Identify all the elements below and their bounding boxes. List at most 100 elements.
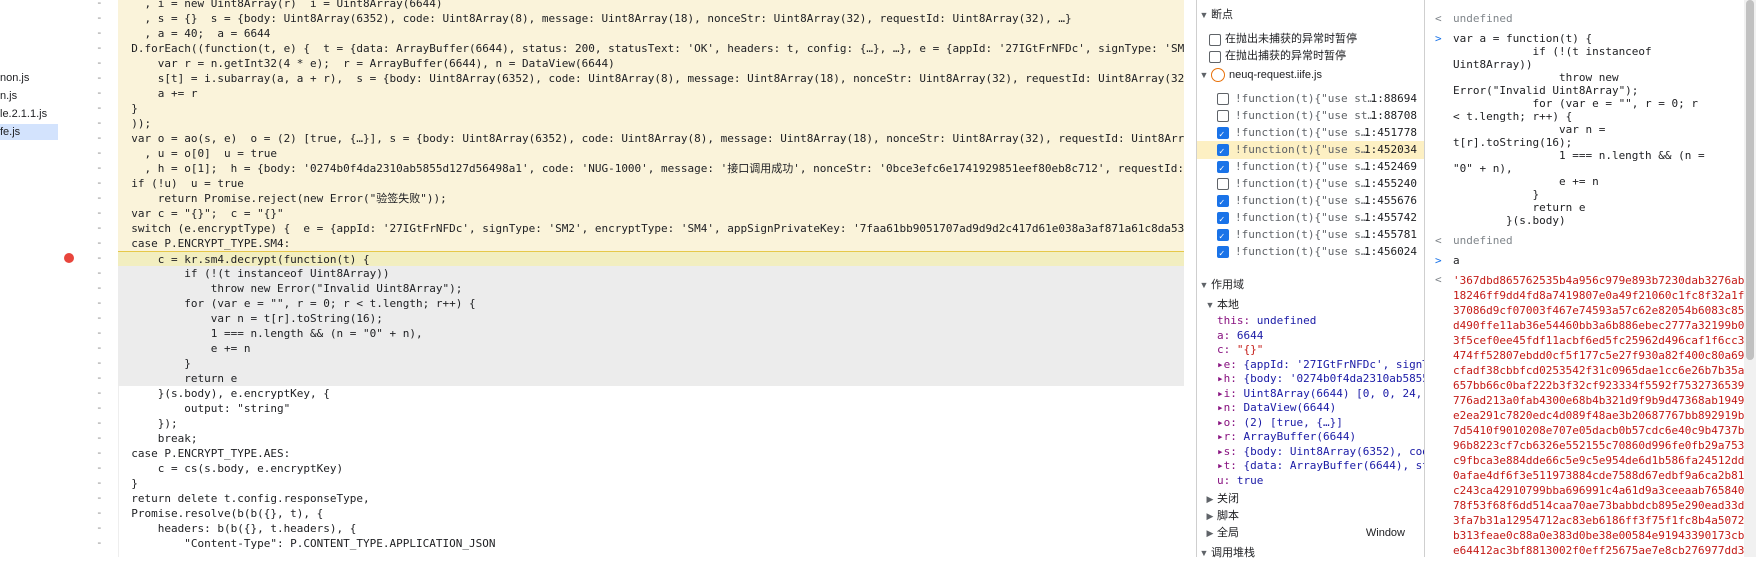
gutter-mark[interactable]: - [96, 41, 103, 54]
gutter-mark[interactable]: - [96, 0, 103, 9]
breakpoint-location: 1:452469 [1364, 160, 1417, 173]
scope-variable[interactable]: ▸h: {body: '0274b0f4da2310ab5855d1 [1217, 372, 1442, 385]
scope-header[interactable]: ▼ 作用域 [1197, 276, 1425, 294]
gutter-mark[interactable]: - [96, 176, 103, 189]
breakpoint-checkbox[interactable] [1217, 194, 1229, 212]
scope-variable[interactable]: ▸i: Uint8Array(6644) [0, 0, 24, 20 [1217, 387, 1442, 400]
gutter-mark[interactable]: - [96, 476, 103, 489]
console-code-line: var n = [1453, 123, 1606, 136]
scope-variable[interactable]: c: "{}" [1217, 343, 1263, 356]
closure-scope[interactable]: ▶ 关闭 [1203, 490, 1431, 508]
breakpoint-checkbox[interactable] [1217, 93, 1229, 105]
gutter-mark[interactable]: - [96, 401, 103, 414]
gutter-mark[interactable]: - [96, 221, 103, 234]
scope-variable[interactable]: ▸r: ArrayBuffer(6644) [1217, 430, 1356, 443]
gutter-mark[interactable]: - [96, 386, 103, 399]
gutter-mark[interactable]: - [96, 116, 103, 129]
breakpoint-item[interactable]: !function(t){"use s…1:452469 [1197, 158, 1425, 178]
gutter-mark[interactable]: - [96, 131, 103, 144]
gutter-mark[interactable]: - [96, 191, 103, 204]
variable-value: 6644 [1236, 328, 1264, 342]
pause-uncaught-checkbox[interactable] [1209, 34, 1221, 46]
gutter-mark[interactable]: - [96, 26, 103, 39]
breakpoint-item[interactable]: !function(t){"use st… 1:88694 [1197, 90, 1425, 108]
gutter-mark[interactable]: - [96, 11, 103, 24]
gutter-mark[interactable]: - [96, 416, 103, 429]
gutter-mark[interactable]: - [96, 296, 103, 309]
gutter-mark[interactable]: - [96, 521, 103, 534]
call-stack-header[interactable]: ▼ 调用堆栈 [1197, 544, 1425, 562]
gutter-mark[interactable]: - [96, 71, 103, 84]
local-scope-header[interactable]: ▼ 本地 [1203, 296, 1431, 314]
gutter-mark[interactable]: - [96, 536, 103, 549]
file-item-selected[interactable]: fe.js [0, 124, 58, 140]
gutter-mark[interactable]: - [96, 461, 103, 474]
gutter-mark[interactable]: - [96, 281, 103, 294]
gutter-mark[interactable]: - [96, 101, 103, 114]
breakpoint-item[interactable]: !function(t){"use s…1:455781 [1197, 226, 1425, 246]
console-code-line: 1 === n.length && (n = [1453, 149, 1705, 162]
code-line: var r = n.getInt32(4 * e); r = ArrayBuff… [118, 56, 1184, 71]
breakpoint-checkbox[interactable] [1217, 178, 1229, 190]
breakpoint-item[interactable]: !function(t){"use s…1:452034 [1197, 141, 1425, 161]
scope-variable[interactable]: ▸s: {body: Uint8Array(6352), code: [1217, 445, 1442, 458]
gutter-mark[interactable]: - [96, 311, 103, 324]
file-item[interactable]: non.js [0, 72, 29, 84]
gutter-mark[interactable]: - [96, 431, 103, 444]
breakpoint-checkbox[interactable] [1217, 245, 1229, 263]
breakpoint-item[interactable]: !function(t){"use s…1:455742 [1197, 209, 1425, 229]
code-line: , i = new Uint8Array(r) i = Uint8Array(6… [118, 0, 1184, 11]
breakpoint-item[interactable]: !function(t){"use s… 1:455240 [1197, 175, 1425, 193]
file-item[interactable]: n.js [0, 90, 17, 102]
breakpoint-item[interactable]: !function(t){"use s…1:455676 [1197, 192, 1425, 212]
breakpoint-checkbox[interactable] [1217, 160, 1229, 178]
breakpoint-checkbox[interactable] [1217, 110, 1229, 122]
gutter-mark[interactable]: - [96, 326, 103, 339]
breakpoint-checkbox[interactable] [1217, 143, 1229, 161]
breakpoint-item[interactable]: !function(t){"use st… 1:88708 [1197, 107, 1425, 125]
code-editor[interactable]: , i = new Uint8Array(r) i = Uint8Array(6… [118, 0, 1184, 557]
gutter-mark[interactable]: - [96, 236, 103, 249]
code-line: break; [118, 432, 198, 445]
gutter-mark[interactable]: - [96, 146, 103, 159]
gutter-mark[interactable]: - [96, 56, 103, 69]
code-line: throw new Error("Invalid Uint8Array"); [118, 281, 1184, 296]
gutter-mark[interactable]: - [96, 371, 103, 384]
gutter-mark[interactable]: - [96, 161, 103, 174]
gutter-mark[interactable]: - [96, 506, 103, 519]
scope-variable[interactable]: a: 6644 [1217, 329, 1263, 342]
pause-caught-checkbox[interactable] [1209, 51, 1221, 63]
gutter-mark[interactable]: - [96, 251, 103, 264]
variable-value: {data: ArrayBuffer(6644), stat [1243, 459, 1443, 472]
chevron-down-icon: ▼ [1199, 70, 1209, 80]
console-panel[interactable]: < undefined > var a = function(t) { if (… [1424, 0, 1756, 557]
gutter-mark[interactable]: - [96, 341, 103, 354]
breakpoint-location: 1:455781 [1364, 228, 1417, 241]
breakpoints-header[interactable]: ▼ 断点 [1197, 6, 1425, 24]
gutter-mark[interactable]: - [96, 266, 103, 279]
gutter-mark[interactable]: - [96, 356, 103, 369]
scope-variable[interactable]: ▸o: (2) [true, {…}] [1217, 416, 1343, 429]
scope-variable[interactable]: ▸t: {data: ArrayBuffer(6644), stat [1217, 459, 1442, 472]
gutter-mark[interactable]: - [96, 86, 103, 99]
scope-variable[interactable]: ▸n: DataView(6644) [1217, 401, 1336, 414]
script-scope[interactable]: ▶ 脚本 [1203, 507, 1431, 525]
breakpoint-checkbox[interactable] [1217, 211, 1229, 229]
breakpoint-checkbox[interactable] [1217, 126, 1229, 144]
gutter-mark[interactable]: - [96, 446, 103, 459]
breakpoint-checkbox[interactable] [1217, 228, 1229, 246]
scrollbar[interactable] [1744, 0, 1756, 557]
breakpoint-item[interactable]: !function(t){"use s…1:451778 [1197, 124, 1425, 144]
code-line: } [118, 101, 1184, 116]
scope-variable[interactable]: this: undefined [1217, 314, 1316, 327]
scope-variable[interactable]: u: true [1217, 474, 1263, 487]
breakpoint-marker-icon[interactable] [64, 253, 74, 263]
breakpoint-item[interactable]: !function(t){"use s…1:456024 [1197, 243, 1425, 263]
global-scope[interactable]: ▶ 全局 Window [1203, 524, 1413, 542]
scope-variable[interactable]: ▸e: {appId: '27IGtFrNFDc', signTyp [1217, 358, 1442, 371]
file-item[interactable]: le.2.1.1.js [0, 108, 47, 120]
gutter-mark[interactable]: - [96, 491, 103, 504]
breakpoint-file-header[interactable]: ▼ neuq-request.iife.js [1197, 66, 1425, 84]
gutter-mark[interactable]: - [96, 206, 103, 219]
scrollbar-thumb[interactable] [1746, 0, 1754, 360]
